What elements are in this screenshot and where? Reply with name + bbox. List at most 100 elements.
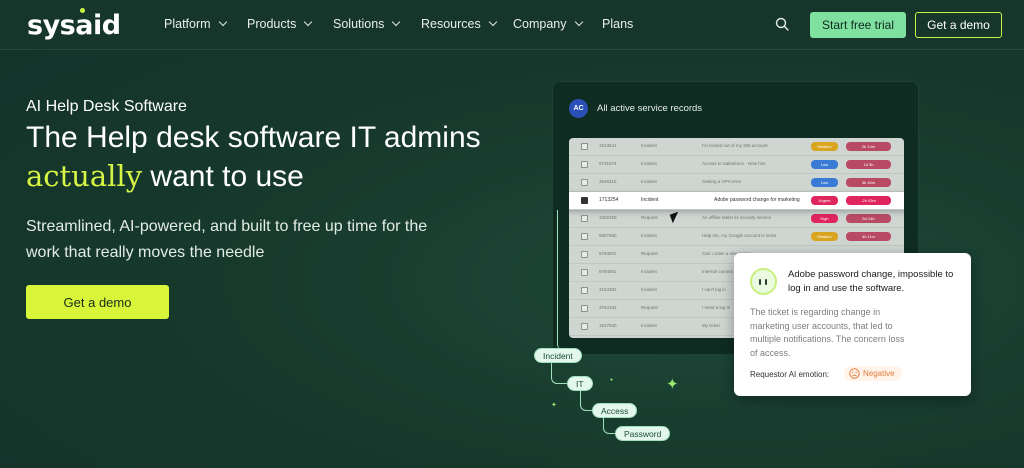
sla-badge: -2h 03m <box>846 196 891 205</box>
sad-face-icon <box>849 368 860 379</box>
table-row[interactable]: 5807650 Incident Help me, my Google accoun… <box>569 228 904 246</box>
headline-accent-word: actually <box>26 159 143 193</box>
row-id: 3754162 <box>599 305 617 310</box>
nav-get-a-demo-button[interactable]: Get a demo <box>915 12 1002 38</box>
ai-assistant-icon <box>750 268 777 295</box>
row-checkbox[interactable] <box>581 161 588 168</box>
table-row[interactable]: 1713254 Incident Adobe password change for… <box>569 192 904 210</box>
row-checkbox[interactable] <box>581 197 588 204</box>
row-id: 6794501 <box>599 269 617 274</box>
priority-badge: Low <box>811 160 838 169</box>
row-title: My ticket <box>702 323 720 328</box>
row-title: Getting a VPN error <box>702 179 742 184</box>
table-row[interactable]: 6731974 Incident Access to Salesforce - Ne… <box>569 156 904 174</box>
row-title: Internal comms <box>702 269 733 274</box>
nav-item-label: Resources <box>421 17 481 31</box>
row-checkbox[interactable] <box>581 323 588 330</box>
row-checkbox[interactable] <box>581 143 588 150</box>
hero-get-a-demo-button[interactable]: Get a demo <box>26 285 169 319</box>
row-type: Request <box>641 215 658 220</box>
priority-badge: High <box>811 214 838 223</box>
sparkle-icon: ● <box>610 377 614 383</box>
row-title: Adobe password change for marketing <box>714 197 800 203</box>
headline-part-2: want to use <box>142 160 304 193</box>
nav-item-platform[interactable]: Platform <box>164 17 227 31</box>
emotion-value: Negative <box>863 369 895 378</box>
table-row[interactable]: 1513641 Incident I'm locked out of my 365 … <box>569 138 904 156</box>
emotion-badge: Negative <box>844 366 902 381</box>
ai-card-description: The ticket is regarding change in market… <box>750 307 905 358</box>
ai-card-title: Adobe password change, impossible to log… <box>788 269 954 294</box>
top-navigation: sysaid Platform Products Solutions Resou… <box>0 0 1024 50</box>
search-icon[interactable] <box>775 17 789 31</box>
row-checkbox[interactable] <box>581 269 588 276</box>
row-checkbox[interactable] <box>581 287 588 294</box>
priority-badge: Medium <box>811 142 838 151</box>
nav-item-solutions[interactable]: Solutions <box>333 17 401 31</box>
tag-connector-line <box>557 210 569 350</box>
sla-badge: 4h 11m <box>846 232 891 241</box>
logo-dot-decoration <box>80 8 85 13</box>
row-id: 1713254 <box>599 197 619 203</box>
sla-badge: 2h 14m <box>846 142 891 151</box>
priority-badge: Medium <box>811 232 838 241</box>
row-id: 6794501 <box>599 251 617 256</box>
row-id: 1502150 <box>599 215 617 220</box>
row-type: Request <box>641 305 658 310</box>
ai-summary-card: Adobe password change, impossible to log… <box>734 253 971 396</box>
chevron-down-icon <box>488 17 497 27</box>
nav-item-label: Company <box>513 17 567 31</box>
nav-item-label: Platform <box>164 17 211 31</box>
nav-item-label: Solutions <box>333 17 385 31</box>
row-title: I can't log in <box>702 287 726 292</box>
chevron-down-icon <box>574 17 583 27</box>
nav-item-products[interactable]: Products <box>247 17 313 31</box>
row-checkbox[interactable] <box>581 233 588 240</box>
row-title: I'm locked out of my 365 account <box>702 143 768 148</box>
table-row[interactable]: 1502150 Request An offline tablet its secu… <box>569 210 904 228</box>
row-title: I need a log in <box>702 305 731 310</box>
row-title: Access to Salesforce - New hire <box>702 161 766 166</box>
chevron-down-icon <box>304 17 313 27</box>
priority-badge: Urgent <box>811 196 838 205</box>
sparkle-icon: ✦ <box>666 376 679 393</box>
row-type: Request <box>641 251 658 256</box>
hero-headline: The Help desk software IT admins actuall… <box>26 119 486 196</box>
row-id: 1547920 <box>599 323 617 328</box>
nav-item-plans[interactable]: Plans <box>602 17 633 31</box>
tag-incident: Incident <box>534 348 582 363</box>
nav-item-company[interactable]: Company <box>513 17 583 31</box>
nav-item-label: Products <box>247 17 297 31</box>
sysaid-logo[interactable]: sysaid <box>27 10 121 41</box>
row-type: Incident <box>641 197 659 203</box>
panel-title: All active service records <box>597 103 703 114</box>
row-title: Help me, my Google account is locke <box>702 233 777 238</box>
sparkle-icon: ✦ <box>551 402 557 409</box>
row-type: Incident <box>641 287 657 292</box>
chevron-down-icon <box>218 17 227 27</box>
row-checkbox[interactable] <box>581 305 588 312</box>
row-checkbox[interactable] <box>581 179 588 186</box>
avatar: AC <box>569 99 588 118</box>
row-id: 6731974 <box>599 161 617 166</box>
eyes-icon <box>759 278 767 285</box>
tag-access: Access <box>592 403 638 418</box>
tag-password: Password <box>615 426 671 441</box>
hero-subtext: Streamlined, AI-powered, and built to fr… <box>26 218 428 261</box>
sla-badge: 3h 40m <box>846 178 891 187</box>
row-type: Incident <box>641 323 657 328</box>
row-checkbox[interactable] <box>581 215 588 222</box>
emotion-label: Requestor AI emotion: <box>750 370 830 379</box>
sla-badge: 5d 14h <box>846 214 891 223</box>
table-row[interactable]: 3646315 Incident Getting a VPN error Low 3h … <box>569 174 904 192</box>
row-checkbox[interactable] <box>581 251 588 258</box>
start-free-trial-button[interactable]: Start free trial <box>810 12 906 38</box>
row-type: Incident <box>641 143 657 148</box>
hero-eyebrow: AI Help Desk Software <box>26 98 187 115</box>
tag-it: IT <box>567 376 593 391</box>
nav-item-resources[interactable]: Resources <box>421 17 497 31</box>
row-id: 3646315 <box>599 179 617 184</box>
sla-badge: 1d 3h <box>846 160 891 169</box>
row-id: 1513641 <box>599 143 617 148</box>
row-id: 3154382 <box>599 287 617 292</box>
